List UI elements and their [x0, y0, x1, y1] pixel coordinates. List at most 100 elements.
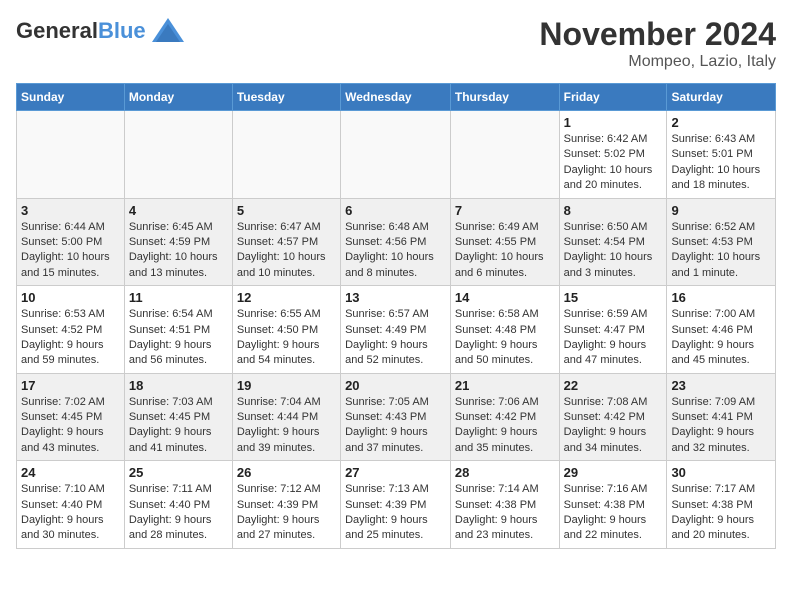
- day-number: 27: [345, 465, 446, 480]
- calendar-cell: 4 Sunrise: 6:45 AM Sunset: 4:59 PM Daylig…: [124, 198, 232, 286]
- day-number: 5: [237, 203, 336, 218]
- day-number: 12: [237, 290, 336, 305]
- calendar-cell: 16 Sunrise: 7:00 AM Sunset: 4:46 PM Dayli…: [667, 286, 776, 374]
- day-number: 21: [455, 378, 555, 393]
- calendar-cell: [124, 111, 232, 199]
- calendar-cell: [450, 111, 559, 199]
- calendar-cell: 23Sunrise: 7:09 AM Sunset: 4:41 PM Dayli…: [667, 373, 776, 461]
- header-wednesday: Wednesday: [341, 84, 451, 111]
- day-info: Sunrise: 6:44 AM Sunset: 5:00 PM Dayligh…: [21, 220, 120, 282]
- page-header: GeneralBlue November 2024 Mompeo, Lazio,…: [16, 16, 776, 71]
- day-number: 13: [345, 290, 446, 305]
- calendar-cell: 5 Sunrise: 6:47 AM Sunset: 4:57 PM Daylig…: [232, 198, 340, 286]
- month-title: November 2024: [539, 16, 776, 53]
- calendar-cell: 19 Sunrise: 7:04 AM Sunset: 4:44 PM Dayli…: [232, 373, 340, 461]
- calendar-cell: [17, 111, 125, 199]
- calendar-cell: 26 Sunrise: 7:12 AM Sunset: 4:39 PM Dayli…: [232, 461, 340, 549]
- day-info: Sunrise: 7:05 AM Sunset: 4:43 PM Dayligh…: [345, 395, 446, 457]
- calendar-week-3: 10 Sunrise: 6:53 AM Sunset: 4:52 PM Dayli…: [17, 286, 776, 374]
- calendar-cell: 6 Sunrise: 6:48 AM Sunset: 4:56 PM Daylig…: [341, 198, 451, 286]
- day-number: 4: [129, 203, 228, 218]
- header-thursday: Thursday: [450, 84, 559, 111]
- day-info: Sunrise: 7:13 AM Sunset: 4:39 PM Dayligh…: [345, 482, 446, 544]
- day-number: 29: [564, 465, 663, 480]
- day-number: 7: [455, 203, 555, 218]
- calendar-cell: 15Sunrise: 6:59 AM Sunset: 4:47 PM Dayli…: [559, 286, 667, 374]
- day-info: Sunrise: 6:50 AM Sunset: 4:54 PM Dayligh…: [564, 220, 663, 282]
- location-subtitle: Mompeo, Lazio, Italy: [539, 53, 776, 71]
- day-info: Sunrise: 6:52 AM Sunset: 4:53 PM Dayligh…: [671, 220, 771, 282]
- day-info: Sunrise: 7:12 AM Sunset: 4:39 PM Dayligh…: [237, 482, 336, 544]
- logo-icon: [150, 16, 186, 46]
- calendar-cell: 8 Sunrise: 6:50 AM Sunset: 4:54 PM Daylig…: [559, 198, 667, 286]
- day-number: 28: [455, 465, 555, 480]
- logo: GeneralBlue: [16, 16, 186, 46]
- calendar-week-2: 3 Sunrise: 6:44 AM Sunset: 5:00 PM Daylig…: [17, 198, 776, 286]
- day-info: Sunrise: 7:11 AM Sunset: 4:40 PM Dayligh…: [129, 482, 228, 544]
- calendar-week-4: 17 Sunrise: 7:02 AM Sunset: 4:45 PM Dayli…: [17, 373, 776, 461]
- day-info: Sunrise: 6:55 AM Sunset: 4:50 PM Dayligh…: [237, 307, 336, 369]
- day-info: Sunrise: 6:58 AM Sunset: 4:48 PM Dayligh…: [455, 307, 555, 369]
- calendar-cell: 13Sunrise: 6:57 AM Sunset: 4:49 PM Dayli…: [341, 286, 451, 374]
- calendar-week-1: 1 Sunrise: 6:42 AM Sunset: 5:02 PM Daylig…: [17, 111, 776, 199]
- calendar-cell: [232, 111, 340, 199]
- logo-blue: Blue: [98, 18, 146, 43]
- day-info: Sunrise: 7:17 AM Sunset: 4:38 PM Dayligh…: [671, 482, 771, 544]
- calendar-cell: 3 Sunrise: 6:44 AM Sunset: 5:00 PM Daylig…: [17, 198, 125, 286]
- header-sunday: Sunday: [17, 84, 125, 111]
- day-number: 1: [564, 115, 663, 130]
- day-info: Sunrise: 7:14 AM Sunset: 4:38 PM Dayligh…: [455, 482, 555, 544]
- day-info: Sunrise: 6:49 AM Sunset: 4:55 PM Dayligh…: [455, 220, 555, 282]
- day-number: 10: [21, 290, 120, 305]
- calendar-week-5: 24Sunrise: 7:10 AM Sunset: 4:40 PM Dayli…: [17, 461, 776, 549]
- day-number: 25: [129, 465, 228, 480]
- day-number: 26: [237, 465, 336, 480]
- calendar-cell: 20 Sunrise: 7:05 AM Sunset: 4:43 PM Dayli…: [341, 373, 451, 461]
- calendar-cell: 17 Sunrise: 7:02 AM Sunset: 4:45 PM Dayli…: [17, 373, 125, 461]
- day-number: 22: [564, 378, 663, 393]
- calendar-cell: 11Sunrise: 6:54 AM Sunset: 4:51 PM Dayli…: [124, 286, 232, 374]
- day-number: 14: [455, 290, 555, 305]
- day-info: Sunrise: 6:43 AM Sunset: 5:01 PM Dayligh…: [671, 132, 771, 194]
- day-info: Sunrise: 7:02 AM Sunset: 4:45 PM Dayligh…: [21, 395, 120, 457]
- calendar-cell: 24Sunrise: 7:10 AM Sunset: 4:40 PM Dayli…: [17, 461, 125, 549]
- day-number: 11: [129, 290, 228, 305]
- header-saturday: Saturday: [667, 84, 776, 111]
- day-number: 19: [237, 378, 336, 393]
- day-info: Sunrise: 6:42 AM Sunset: 5:02 PM Dayligh…: [564, 132, 663, 194]
- calendar-header-row: SundayMondayTuesdayWednesdayThursdayFrid…: [17, 84, 776, 111]
- day-info: Sunrise: 6:45 AM Sunset: 4:59 PM Dayligh…: [129, 220, 228, 282]
- calendar-cell: 30Sunrise: 7:17 AM Sunset: 4:38 PM Dayli…: [667, 461, 776, 549]
- day-number: 16: [671, 290, 771, 305]
- calendar-cell: 27 Sunrise: 7:13 AM Sunset: 4:39 PM Dayli…: [341, 461, 451, 549]
- day-info: Sunrise: 6:53 AM Sunset: 4:52 PM Dayligh…: [21, 307, 120, 369]
- day-info: Sunrise: 7:04 AM Sunset: 4:44 PM Dayligh…: [237, 395, 336, 457]
- header-tuesday: Tuesday: [232, 84, 340, 111]
- header-friday: Friday: [559, 84, 667, 111]
- day-info: Sunrise: 6:47 AM Sunset: 4:57 PM Dayligh…: [237, 220, 336, 282]
- day-number: 20: [345, 378, 446, 393]
- calendar-cell: 28 Sunrise: 7:14 AM Sunset: 4:38 PM Dayli…: [450, 461, 559, 549]
- day-number: 3: [21, 203, 120, 218]
- day-number: 17: [21, 378, 120, 393]
- calendar-cell: 9 Sunrise: 6:52 AM Sunset: 4:53 PM Daylig…: [667, 198, 776, 286]
- day-info: Sunrise: 7:03 AM Sunset: 4:45 PM Dayligh…: [129, 395, 228, 457]
- calendar-cell: 14 Sunrise: 6:58 AM Sunset: 4:48 PM Dayli…: [450, 286, 559, 374]
- day-number: 24: [21, 465, 120, 480]
- day-info: Sunrise: 6:48 AM Sunset: 4:56 PM Dayligh…: [345, 220, 446, 282]
- calendar-cell: 21Sunrise: 7:06 AM Sunset: 4:42 PM Dayli…: [450, 373, 559, 461]
- calendar-cell: 25 Sunrise: 7:11 AM Sunset: 4:40 PM Dayli…: [124, 461, 232, 549]
- calendar-cell: 2Sunrise: 6:43 AM Sunset: 5:01 PM Daylig…: [667, 111, 776, 199]
- calendar-cell: [341, 111, 451, 199]
- day-number: 6: [345, 203, 446, 218]
- day-number: 8: [564, 203, 663, 218]
- title-block: November 2024 Mompeo, Lazio, Italy: [539, 16, 776, 71]
- day-info: Sunrise: 7:09 AM Sunset: 4:41 PM Dayligh…: [671, 395, 771, 457]
- day-number: 18: [129, 378, 228, 393]
- calendar-cell: 22Sunrise: 7:08 AM Sunset: 4:42 PM Dayli…: [559, 373, 667, 461]
- day-number: 9: [671, 203, 771, 218]
- day-info: Sunrise: 7:16 AM Sunset: 4:38 PM Dayligh…: [564, 482, 663, 544]
- calendar-cell: 7 Sunrise: 6:49 AM Sunset: 4:55 PM Daylig…: [450, 198, 559, 286]
- day-info: Sunrise: 7:00 AM Sunset: 4:46 PM Dayligh…: [671, 307, 771, 369]
- logo-general: General: [16, 18, 98, 43]
